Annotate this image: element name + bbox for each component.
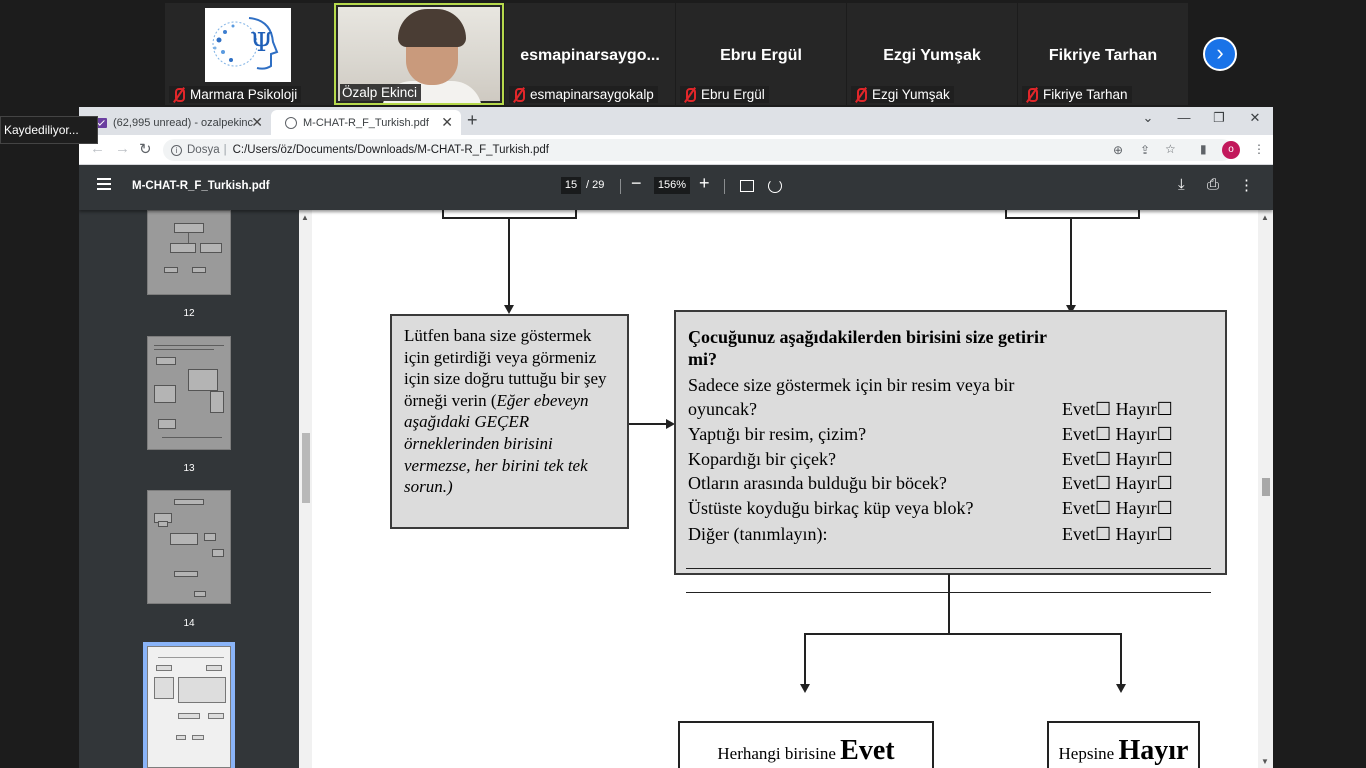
restore-button[interactable]: ❐: [1209, 110, 1229, 126]
share-icon[interactable]: ⇪: [1140, 143, 1150, 157]
bookmark-star-icon[interactable]: ☆: [1165, 142, 1176, 156]
side-panel-icon[interactable]: ▮: [1200, 142, 1207, 156]
participant-tile-esma[interactable]: esmapinarsaygo... esmapinarsaygokalp: [505, 3, 675, 105]
close-window-button[interactable]: ✕: [1245, 110, 1265, 126]
thumbnail-sidebar: 12 13 14: [79, 210, 299, 768]
psi-glyph: Ψ: [250, 28, 273, 58]
participant-tile-marmara[interactable]: Ψ Marmara Psikoloji: [165, 3, 335, 105]
pdf-page: Lütfen bana size göstermek için getirdiğ…: [312, 210, 1258, 768]
answer-row: Yaptığı bir resim, çizim? Evet☐ Hayır☐: [688, 422, 1173, 446]
sidebar-scroll-track[interactable]: ▲: [299, 210, 312, 768]
question-title: Çocuğunuz aşağıdakilerden birisini size …: [688, 327, 1047, 369]
profile-avatar[interactable]: o: [1222, 141, 1240, 159]
participant-tile-ezgi[interactable]: Ezgi Yumşak Ezgi Yumşak: [847, 3, 1017, 105]
forward-icon[interactable]: →: [115, 140, 130, 157]
participant-name: esmapinarsaygo...: [520, 47, 660, 64]
menu-icon[interactable]: [97, 178, 111, 190]
participant-name: Ezgi Yumşak: [883, 47, 981, 64]
answer-row: Otların arasında bulduğu bir böcek? Evet☐…: [688, 471, 1173, 495]
zoom-in-button[interactable]: +: [699, 173, 710, 194]
zoom-level-input[interactable]: 156%: [654, 177, 690, 194]
screen: Ψ Marmara Psikoloji Özalp Ekinci esmapin…: [0, 0, 1366, 768]
yes-any-box: Herhangi birisine Evet: [678, 721, 934, 768]
evet-hayir-checkboxes[interactable]: Evet☐ Hayır☐: [1062, 471, 1173, 495]
thumbnail-label: 13: [183, 463, 195, 474]
minimize-button[interactable]: —: [1174, 110, 1194, 125]
answer-row: Diğer (tanımlayın): Evet☐ Hayır☐: [688, 522, 1173, 546]
close-tab-icon[interactable]: ✕: [251, 114, 263, 131]
participant-tile-ebru[interactable]: Ebru Ergül Ebru Ergül: [676, 3, 846, 105]
fit-page-icon[interactable]: [740, 180, 754, 192]
tab-mail[interactable]: (62,995 unread) - ozalpekinci@y ✕: [81, 110, 271, 135]
evet-hayir-checkboxes[interactable]: Evet☐ Hayır☐: [1062, 447, 1173, 471]
tab-strip: (62,995 unread) - ozalpekinci@y ✕ M-CHAT…: [79, 107, 1273, 135]
no-all-box: Hepsine Hayır: [1047, 721, 1200, 768]
tab-pdf[interactable]: M-CHAT-R_F_Turkish.pdf ✕: [271, 110, 461, 135]
document-scrollbar[interactable]: ▲ ▼: [1258, 210, 1273, 768]
psychology-logo: Ψ: [205, 8, 291, 82]
mic-muted-icon: [853, 87, 867, 102]
url-path: C:/Users/öz/Documents/Downloads/M-CHAT-R…: [232, 144, 549, 156]
mic-muted-icon: [1024, 87, 1038, 102]
participant-label: Marmara Psikoloji: [169, 86, 302, 103]
page-thumbnail-15-current[interactable]: [143, 642, 235, 768]
question-box: Çocuğunuz aşağıdakilerden birisini size …: [674, 310, 1227, 575]
participant-label: Ebru Ergül: [680, 86, 769, 103]
page-thumbnail-14[interactable]: [147, 490, 231, 604]
page-total: / 29: [586, 179, 605, 191]
reload-icon[interactable]: ↻: [139, 140, 152, 158]
rotate-icon[interactable]: [768, 179, 782, 193]
chevron-right-icon: ›: [1216, 40, 1224, 65]
participant-name: Fikriye Tarhan: [1048, 47, 1158, 64]
question-intro: Sadece size göstermek için bir resim vey…: [688, 375, 1015, 395]
page-number-input[interactable]: 15: [561, 177, 581, 194]
download-icon[interactable]: ⤓: [1178, 176, 1185, 193]
next-participants-button[interactable]: ›: [1203, 37, 1237, 71]
evet-hayir-checkboxes[interactable]: Evet☐ Hayır☐: [1062, 496, 1173, 520]
print-icon[interactable]: ⎙: [1207, 176, 1219, 193]
pdf-document: ▲ Lütfen bana size göstermek için getird…: [299, 210, 1273, 768]
info-icon[interactable]: i: [171, 144, 182, 156]
page-thumbnail-13[interactable]: [147, 336, 231, 450]
more-menu-icon[interactable]: ⋮: [1253, 142, 1265, 156]
browser-window: (62,995 unread) - ozalpekinci@y ✕ M-CHAT…: [79, 107, 1273, 768]
address-bar[interactable]: i Dosya | C:/Users/öz/Documents/Download…: [163, 139, 1233, 161]
tab-search-button[interactable]: ⌄: [1138, 110, 1158, 126]
answer-row: oyuncak? Evet☐ Hayır☐: [688, 397, 1173, 421]
evet-hayir-checkboxes[interactable]: Evet☐ Hayır☐: [1062, 522, 1173, 546]
close-tab-icon[interactable]: ✕: [441, 114, 453, 131]
evet-hayir-checkboxes[interactable]: Evet☐ Hayır☐: [1062, 422, 1173, 446]
participant-tile-fikriye[interactable]: Fikriye Tarhan Fikriye Tarhan: [1018, 3, 1188, 105]
thumbnail-label: 14: [183, 618, 195, 629]
globe-icon: [285, 116, 297, 129]
browser-toolbar: ← → ↻ i Dosya | C:/Users/öz/Documents/Do…: [79, 135, 1273, 165]
participant-tile-ozalp[interactable]: Özalp Ekinci: [334, 3, 504, 105]
zoom-icon[interactable]: ⊕: [1113, 143, 1123, 157]
participant-label: Fikriye Tarhan: [1022, 86, 1132, 103]
participant-name: Ebru Ergül: [720, 47, 802, 64]
zoom-out-button[interactable]: −: [631, 173, 642, 194]
participant-label: Ezgi Yumşak: [851, 86, 954, 103]
participant-label: Özalp Ekinci: [340, 84, 422, 101]
pdf-filename: M-CHAT-R_F_Turkish.pdf: [132, 180, 270, 192]
thumbnail-label: 12: [183, 308, 195, 319]
evet-hayir-checkboxes[interactable]: Evet☐ Hayır☐: [1062, 397, 1173, 421]
answer-row: Kopardığı bir çiçek? Evet☐ Hayır☐: [688, 447, 1173, 471]
participant-label: esmapinarsaygokalp: [509, 86, 658, 103]
new-tab-button[interactable]: +: [467, 110, 478, 131]
answer-row: Üstüste koyduğu birkaç küp veya blok? Eve…: [688, 496, 1173, 520]
pdf-toolbar: M-CHAT-R_F_Turkish.pdf 15 / 29 − 156% + …: [79, 165, 1273, 210]
more-options-icon[interactable]: ⋮: [1239, 176, 1254, 194]
mic-muted-icon: [511, 87, 525, 102]
mic-muted-icon: [682, 87, 696, 102]
page-thumbnail-12[interactable]: [147, 210, 231, 295]
recording-indicator: Kaydediliyor...: [0, 116, 98, 144]
mic-muted-icon: [171, 87, 185, 102]
instruction-box: Lütfen bana size göstermek için getirdiğ…: [390, 314, 629, 529]
